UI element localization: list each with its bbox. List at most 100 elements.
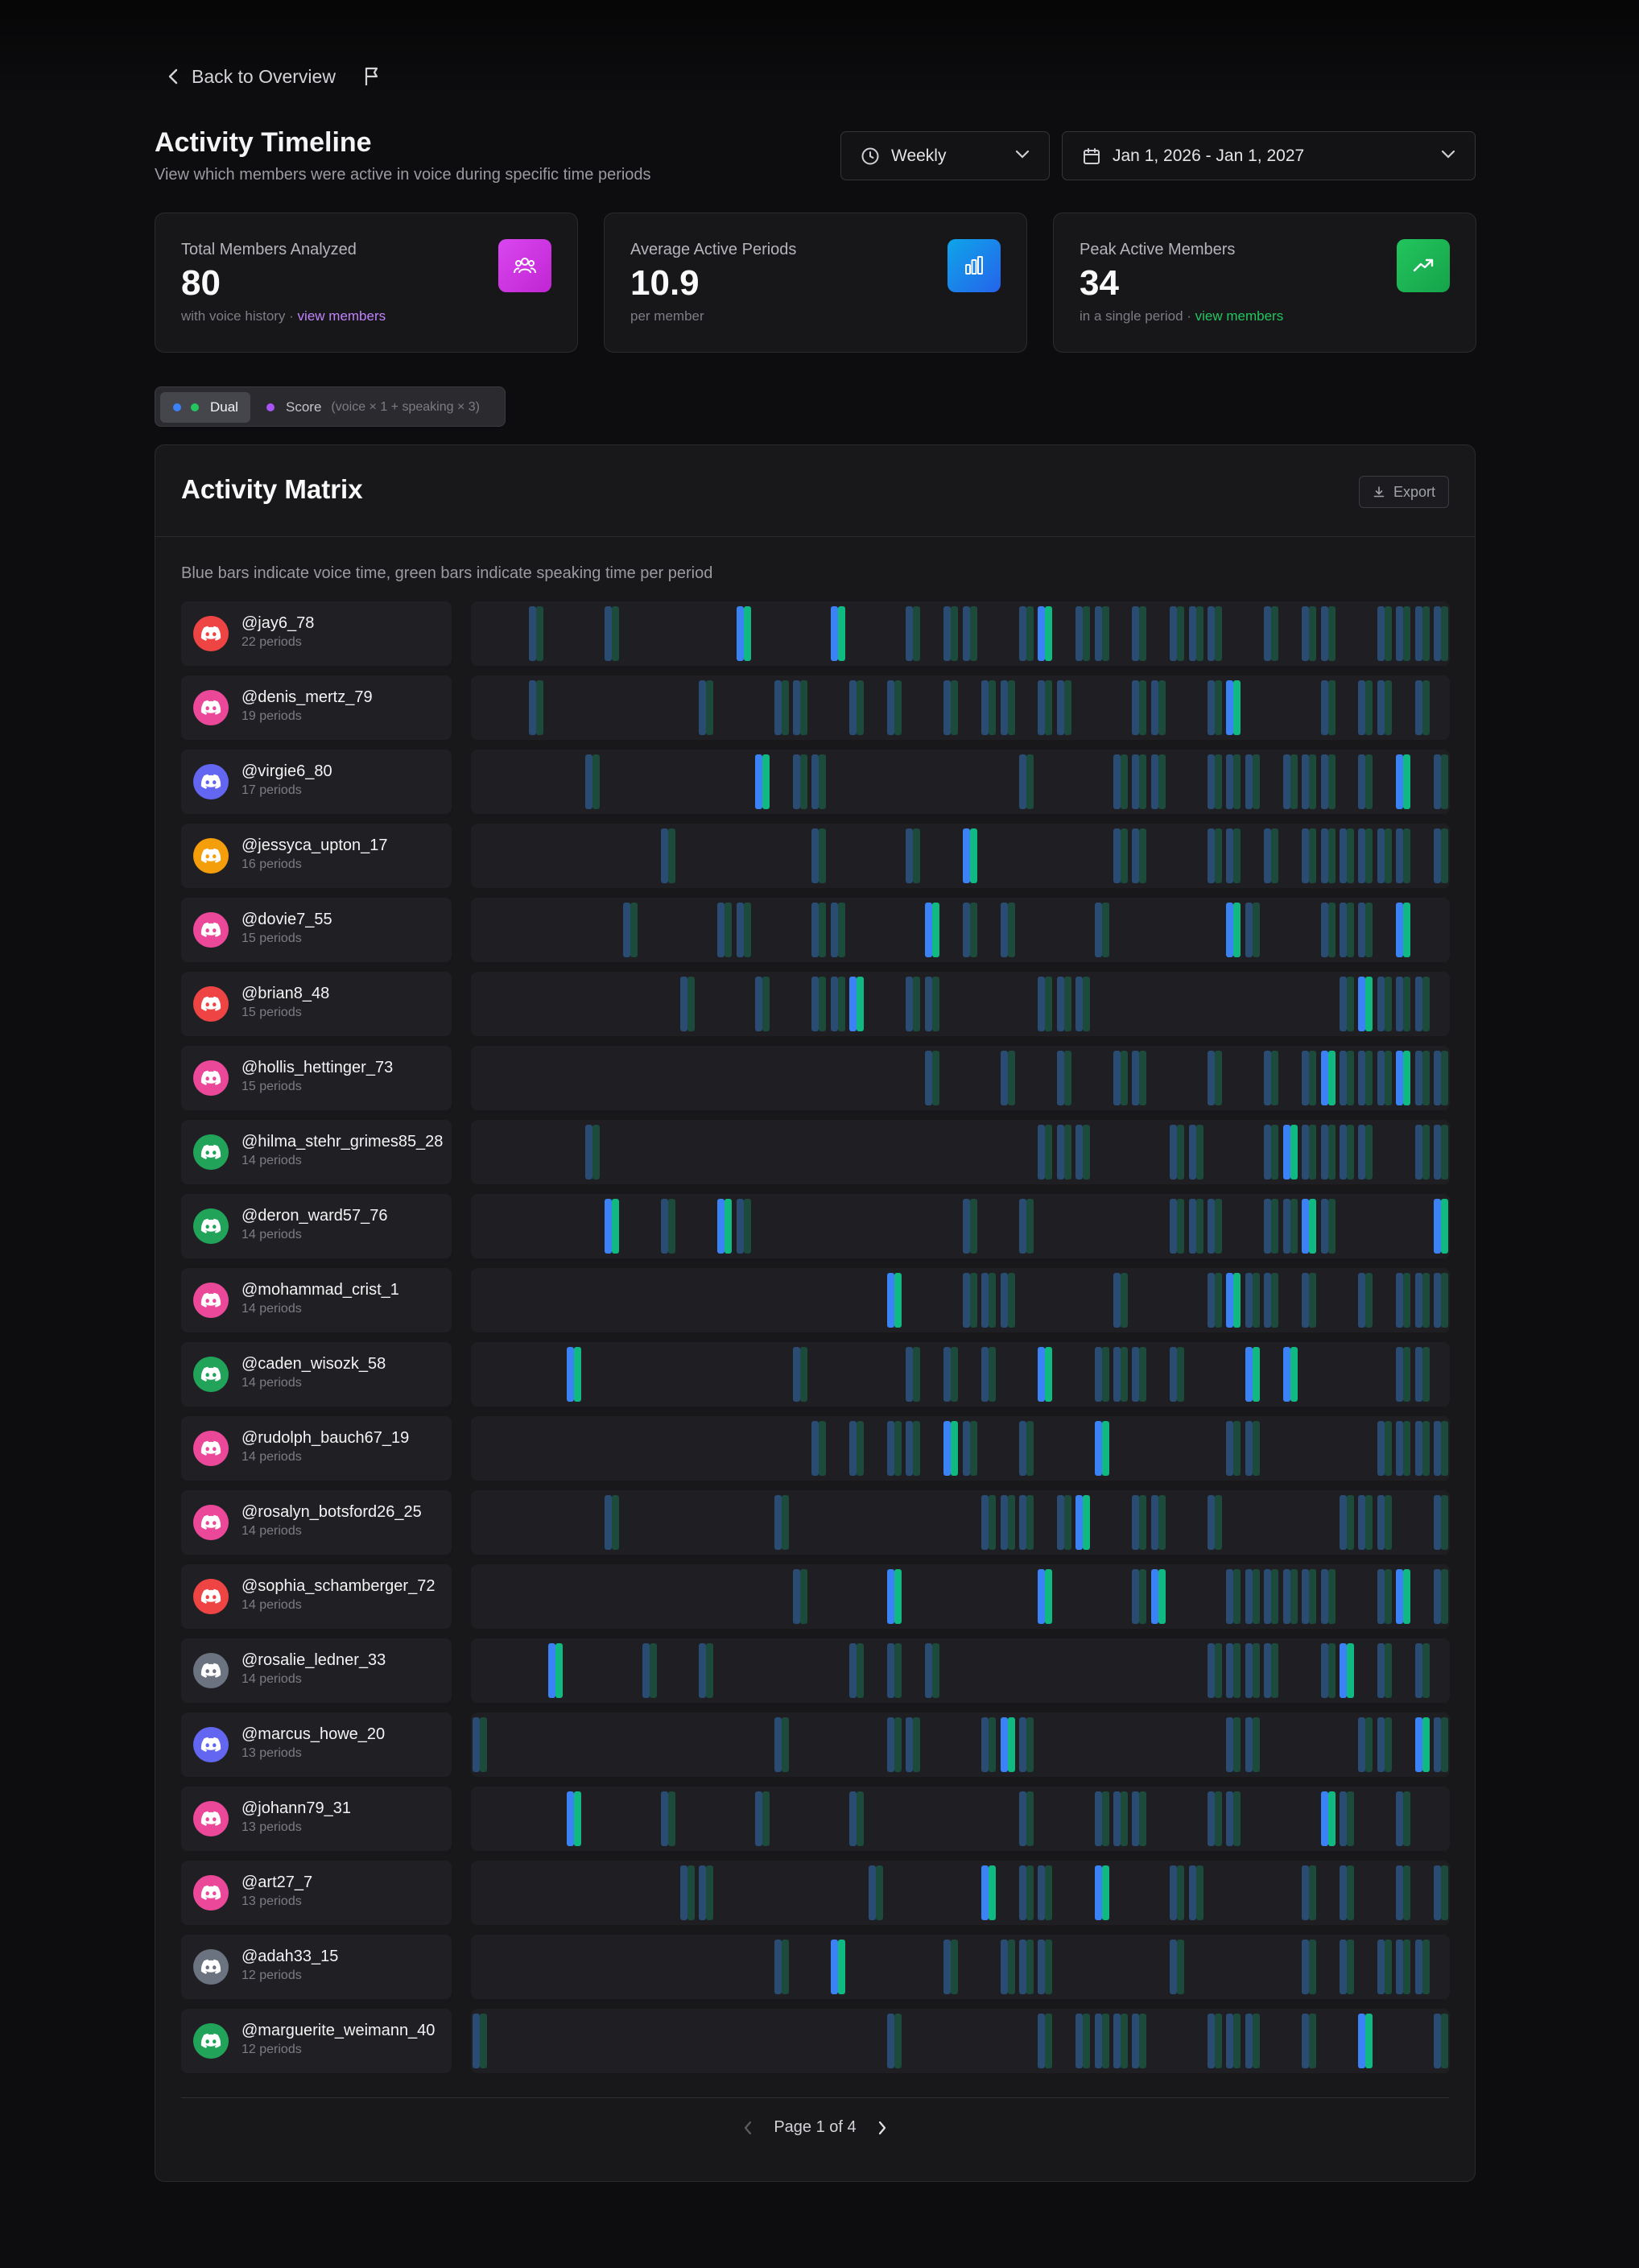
speaking-bar[interactable] (1252, 1421, 1260, 1476)
voice-bar[interactable] (887, 1717, 895, 1772)
member-cell[interactable]: @hilma_stehr_grimes85_28 14 periods (181, 1120, 452, 1184)
speaking-bar[interactable] (1346, 1125, 1354, 1179)
voice-bar[interactable] (1377, 828, 1385, 883)
voice-bar[interactable] (1358, 903, 1366, 957)
speaking-bar[interactable] (1233, 680, 1241, 735)
speaking-bar[interactable] (1101, 606, 1109, 661)
speaking-bar[interactable] (951, 680, 959, 735)
speaking-bar[interactable] (1233, 1717, 1241, 1772)
back-to-overview-link[interactable]: Back to Overview (167, 63, 381, 90)
voice-bar[interactable] (1188, 1125, 1196, 1179)
speaking-bar[interactable] (687, 977, 695, 1031)
speaking-bar[interactable] (800, 1347, 807, 1402)
speaking-bar[interactable] (1233, 1273, 1241, 1328)
voice-bar[interactable] (585, 1125, 593, 1179)
speaking-bar[interactable] (1327, 1643, 1336, 1698)
speaking-bar[interactable] (725, 903, 733, 957)
voice-bar[interactable] (717, 903, 725, 957)
voice-bar[interactable] (1339, 1643, 1347, 1698)
voice-bar[interactable] (906, 828, 914, 883)
speaking-bar[interactable] (1177, 1125, 1185, 1179)
voice-bar[interactable] (1320, 1125, 1328, 1179)
speaking-bar[interactable] (1403, 754, 1411, 809)
member-cell[interactable]: @denis_mertz_79 19 periods (181, 675, 452, 740)
voice-bar[interactable] (1132, 680, 1140, 735)
speaking-bar[interactable] (1365, 828, 1373, 883)
voice-bar[interactable] (1038, 1865, 1046, 1920)
speaking-bar[interactable] (705, 680, 713, 735)
speaking-bar[interactable] (951, 1347, 959, 1402)
speaking-bar[interactable] (1441, 1717, 1448, 1772)
speaking-bar[interactable] (1045, 1347, 1053, 1402)
voice-bar[interactable] (1339, 1125, 1347, 1179)
speaking-bar[interactable] (1271, 1643, 1279, 1698)
speaking-bar[interactable] (931, 903, 939, 957)
voice-bar[interactable] (1056, 680, 1064, 735)
voice-bar[interactable] (1434, 1273, 1441, 1328)
speaking-bar[interactable] (1422, 1717, 1430, 1772)
voice-bar[interactable] (1075, 606, 1084, 661)
voice-bar[interactable] (1038, 1940, 1046, 1994)
member-row[interactable]: @johann79_31 13 periods (181, 1787, 1450, 1851)
speaking-bar[interactable] (1403, 1569, 1411, 1624)
speaking-bar[interactable] (1158, 1495, 1166, 1550)
speaking-bar[interactable] (1195, 1125, 1203, 1179)
speaking-bar[interactable] (1215, 1495, 1223, 1550)
speaking-bar[interactable] (1384, 1643, 1392, 1698)
speaking-bar[interactable] (1215, 828, 1223, 883)
voice-bar[interactable] (1208, 1051, 1216, 1105)
voice-bar[interactable] (981, 680, 989, 735)
voice-bar[interactable] (585, 754, 593, 809)
speaking-bar[interactable] (1384, 1940, 1392, 1994)
speaking-bar[interactable] (1403, 1051, 1411, 1105)
speaking-bar[interactable] (1403, 903, 1411, 957)
speaking-bar[interactable] (649, 1643, 657, 1698)
speaking-bar[interactable] (1309, 2014, 1317, 2068)
speaking-bar[interactable] (1121, 2014, 1128, 2068)
view-members-link[interactable]: view members (298, 308, 386, 324)
voice-bar[interactable] (943, 1421, 952, 1476)
voice-bar[interactable] (793, 1347, 800, 1402)
speaking-bar[interactable] (1233, 754, 1241, 809)
speaking-bar[interactable] (1045, 1940, 1053, 1994)
voice-bar[interactable] (1018, 1495, 1026, 1550)
member-row[interactable]: @caden_wisozk_58 14 periods (181, 1342, 1450, 1407)
speaking-bar[interactable] (1441, 1495, 1448, 1550)
voice-bar[interactable] (1396, 903, 1404, 957)
voice-bar[interactable] (1038, 1125, 1046, 1179)
speaking-bar[interactable] (1233, 1643, 1241, 1698)
speaking-bar[interactable] (1346, 903, 1354, 957)
voice-bar[interactable] (1038, 1569, 1046, 1624)
speaking-bar[interactable] (668, 1199, 676, 1254)
speaking-bar[interactable] (1309, 1051, 1317, 1105)
voice-bar[interactable] (1132, 1051, 1140, 1105)
voice-bar[interactable] (1018, 1199, 1026, 1254)
voice-bar[interactable] (1056, 977, 1064, 1031)
speaking-bar[interactable] (969, 1421, 977, 1476)
speaking-bar[interactable] (1139, 2014, 1147, 2068)
voice-bar[interactable] (661, 828, 669, 883)
voice-bar[interactable] (811, 828, 820, 883)
speaking-bar[interactable] (1083, 1495, 1091, 1550)
voice-bar[interactable] (924, 1643, 932, 1698)
speaking-bar[interactable] (1346, 1865, 1354, 1920)
member-row[interactable]: @rosalie_ledner_33 14 periods (181, 1638, 1450, 1703)
voice-bar[interactable] (1000, 1273, 1008, 1328)
speaking-bar[interactable] (1101, 2014, 1109, 2068)
speaking-bar[interactable] (894, 1717, 902, 1772)
speaking-bar[interactable] (1309, 1273, 1317, 1328)
speaking-bar[interactable] (1101, 1791, 1109, 1846)
voice-bar[interactable] (793, 680, 800, 735)
voice-bar[interactable] (1038, 606, 1046, 661)
voice-bar[interactable] (1302, 754, 1310, 809)
voice-bar[interactable] (1320, 903, 1328, 957)
speaking-bar[interactable] (1121, 1051, 1128, 1105)
speaking-bar[interactable] (837, 606, 845, 661)
voice-bar[interactable] (1434, 2014, 1441, 2068)
chevron-right-icon[interactable] (877, 2120, 887, 2136)
voice-bar[interactable] (1264, 1125, 1272, 1179)
speaking-bar[interactable] (989, 1347, 997, 1402)
speaking-bar[interactable] (989, 1865, 997, 1920)
speaking-bar[interactable] (1441, 1421, 1448, 1476)
voice-bar[interactable] (943, 1347, 952, 1402)
